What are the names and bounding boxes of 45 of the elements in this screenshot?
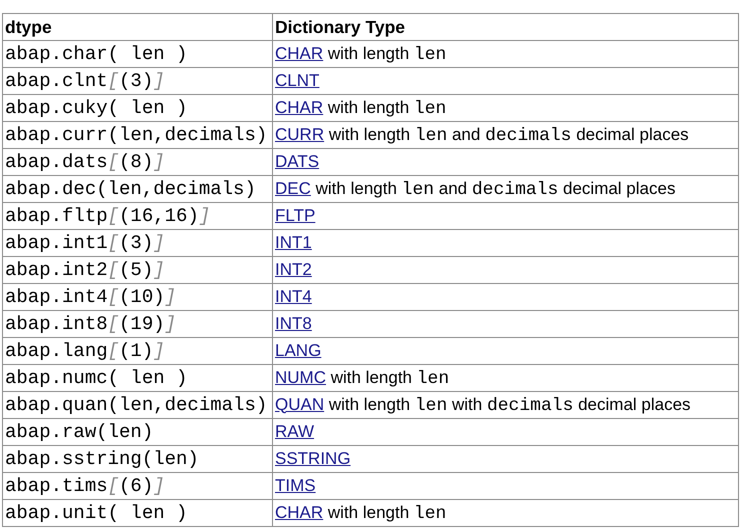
type-link[interactable]: DATS [275,152,320,171]
dtype-code: abap.raw(len) [5,421,154,443]
type-link[interactable]: INT2 [275,260,312,279]
dtype-code: abap.int4[(10)] [5,286,176,308]
type-description: CHAR with length len [275,502,446,522]
type-link[interactable]: QUAN [275,394,324,414]
type-description: CHAR with length len [275,98,446,116]
dtype-code: abap.dec(len,decimals) [5,178,256,200]
dtype-code: abap.lang[(1)] [5,340,165,362]
dtype-code: abap.curr(len,decimals) [5,124,268,146]
dtype-code: abap.unit( len ) [5,502,188,524]
type-link[interactable]: NUMC [275,368,326,386]
type-link[interactable]: LANG [275,341,322,360]
dtype-code: abap.clnt[(3)] [5,70,165,92]
dtype-code: abap.tims[(6)] [5,475,165,497]
column-header: dtype [5,16,52,36]
type-link[interactable]: INT1 [275,233,312,252]
dtype-code: abap.numc( len ) [5,367,188,389]
dtype-code: abap.int2[(5)] [5,259,165,281]
dtype-code: abap.char( len ) [5,43,188,65]
type-link[interactable]: INT4 [275,287,312,306]
dtype-code: abap.fltp[(16,16)] [5,205,210,227]
type-description: DEC with length len and decimals decimal places [275,178,676,198]
dtype-code: abap.sstring(len) [5,448,199,470]
type-link[interactable]: CHAR [275,502,324,522]
type-description: QUAN with length len with decimals decimal places [275,394,691,414]
type-link[interactable]: CHAR [275,44,324,62]
column-header: Dictionary Type [275,16,405,36]
type-link[interactable]: FLTP [275,206,316,225]
type-description: NUMC with length len [275,368,450,386]
type-description: CURR with length len and decimals decimal places [275,124,689,144]
dtype-code: abap.dats[(8)] [5,151,165,173]
type-link[interactable]: SSTRING [275,449,351,468]
type-link[interactable]: CLNT [275,71,320,90]
dtype-code: abap.quan(len,decimals) [5,394,268,416]
type-description: CHAR with length len [275,44,446,62]
type-link[interactable]: RAW [275,422,314,441]
type-link[interactable]: INT8 [275,314,312,333]
dtype-code: abap.int8[(19)] [5,313,176,335]
type-link[interactable]: DEC [275,178,311,198]
type-link[interactable]: TIMS [275,476,316,495]
dtype-code: abap.int1[(3)] [5,232,165,254]
type-link[interactable]: CURR [275,124,324,144]
dtype-code: abap.cuky( len ) [5,97,188,119]
type-link[interactable]: CHAR [275,98,324,116]
